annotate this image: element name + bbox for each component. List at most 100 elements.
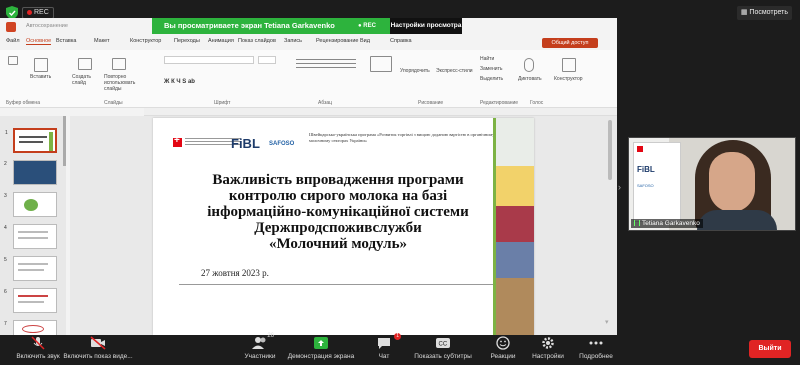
- slide-scrollbar[interactable]: [608, 120, 612, 180]
- font-format-buttons[interactable]: Ж К Ч S ab: [164, 70, 276, 85]
- title-line: інформаційно-комунікаційної системи: [207, 204, 469, 220]
- title-line: «Молочний модуль»: [268, 236, 408, 252]
- captions-button[interactable]: CC Показать субтитры: [410, 335, 476, 365]
- dictate-mic-icon[interactable]: [524, 58, 534, 72]
- undo-icon[interactable]: [8, 56, 18, 65]
- settings-button[interactable]: Настройки: [530, 335, 566, 365]
- title-line: Держпродспоживслужби: [254, 220, 422, 236]
- slide-number: 6: [4, 289, 7, 295]
- group-editing-label: Редактирование: [480, 100, 519, 106]
- replace-button[interactable]: Заменить: [480, 66, 502, 72]
- menu-animations[interactable]: Анимация: [208, 38, 234, 44]
- slide-thumbnail[interactable]: 3: [4, 192, 57, 217]
- quick-styles-button[interactable]: Экспресс-стили: [436, 68, 473, 74]
- background-poster: FiBL SAFOSO: [633, 142, 681, 222]
- leave-button[interactable]: Выйти: [749, 340, 791, 358]
- select-button[interactable]: Выделить: [480, 76, 503, 82]
- participant-face: [709, 152, 755, 212]
- menu-insert[interactable]: Вставка: [56, 38, 76, 44]
- menu-slideshow[interactable]: Показ слайдов: [238, 38, 276, 44]
- participant-video[interactable]: FiBL SAFOSO Tetiana Garkavenko: [628, 137, 796, 231]
- dairy-photo-strip: [496, 118, 534, 335]
- font-size-field[interactable]: [258, 56, 276, 64]
- video-off-icon: [90, 336, 106, 350]
- menu-design[interactable]: Конструктор: [130, 38, 161, 44]
- poster-logo: FiBL: [637, 165, 655, 174]
- scroll-down-icon[interactable]: ▾: [605, 318, 609, 326]
- view-button-label: Посмотреть: [749, 9, 788, 16]
- dictate-button[interactable]: Диктовать: [518, 76, 542, 82]
- captions-icon: CC: [436, 338, 450, 348]
- arrange-button[interactable]: Упорядочить: [400, 68, 430, 74]
- new-slide-button[interactable]: Создать слайд: [72, 74, 100, 86]
- group-slides-label: Слайды: [104, 100, 123, 106]
- slide-divider: [179, 284, 493, 285]
- recording-label: REC: [34, 9, 49, 16]
- group-voice-label: Голос: [530, 100, 544, 106]
- menu-transitions[interactable]: Переходы: [174, 38, 200, 44]
- new-slide-icon[interactable]: [78, 58, 92, 70]
- powerpoint-logo-icon: [6, 22, 16, 32]
- slide-date: 27 жовтня 2023 р.: [201, 268, 269, 278]
- group-drawing-label: Рисование: [418, 100, 444, 106]
- paste-button[interactable]: Вставить: [30, 74, 51, 80]
- current-slide[interactable]: FiBL SAFOSO Швейцарсько-українська прогр…: [153, 118, 534, 335]
- designer-icon[interactable]: [562, 58, 576, 72]
- autosave-label[interactable]: Автосохранение: [26, 23, 68, 29]
- slide-thumbnail[interactable]: 6: [4, 288, 57, 313]
- chat-label: Чат: [378, 353, 390, 360]
- menu-view[interactable]: Вид: [360, 38, 370, 44]
- collapse-arrow-icon[interactable]: ›: [618, 182, 621, 192]
- menu-help[interactable]: Справка: [390, 38, 412, 44]
- group-font-label: Шрифт: [214, 100, 231, 106]
- slide-thumbnail[interactable]: 4: [4, 224, 57, 249]
- view-options-button[interactable]: Настройки просмотра: [390, 18, 462, 34]
- unmute-label: Включить звук: [16, 353, 60, 360]
- find-button[interactable]: Найти: [480, 56, 494, 62]
- start-video-button[interactable]: Включить показ виде...: [62, 335, 134, 365]
- slide-thumbnail[interactable]: 2: [4, 160, 57, 185]
- slide-number: 5: [4, 257, 7, 263]
- shapes-gallery-icon[interactable]: [370, 56, 392, 72]
- group-paragraph-label: Абзац: [318, 100, 333, 106]
- menu-home[interactable]: Основное: [26, 38, 52, 45]
- reuse-slides-icon[interactable]: [112, 58, 126, 70]
- start-video-label: Включить показ виде...: [63, 353, 133, 360]
- reactions-label: Реакции: [490, 353, 516, 360]
- share-banner-text: Вы просматриваете экран Tetiana Garkaven…: [164, 21, 335, 30]
- more-button[interactable]: Подробнее: [576, 335, 616, 365]
- font-name-field[interactable]: [164, 56, 254, 64]
- participants-label: Участники: [244, 353, 276, 360]
- share-screen-icon: [314, 337, 328, 349]
- chat-button[interactable]: 1 Чат: [372, 333, 401, 365]
- share-screen-label: Демонстрация экрана: [287, 353, 355, 360]
- fibl-logo: FiBL: [231, 136, 260, 151]
- participant-name-tag: Tetiana Garkavenko: [631, 219, 703, 228]
- ppt-ribbon: Вставить Создать слайд Повторно использо…: [0, 50, 617, 108]
- svg-text:CC: CC: [439, 342, 448, 348]
- menu-layout[interactable]: Макет: [94, 38, 110, 44]
- share-screen-button[interactable]: Демонстрация экрана: [286, 335, 356, 365]
- title-line: Важливість впровадження програми: [212, 172, 464, 188]
- paste-icon[interactable]: [34, 58, 48, 72]
- slide-thumbnail[interactable]: 5: [4, 256, 57, 281]
- menu-review[interactable]: Рецензирование: [316, 38, 358, 44]
- view-button[interactable]: ▦ Посмотреть: [736, 6, 792, 20]
- settings-label: Настройки: [532, 353, 564, 360]
- slide-thumbnail[interactable]: 1: [5, 128, 57, 153]
- reactions-button[interactable]: Реакции: [488, 335, 518, 365]
- share-rec-label: REC: [363, 23, 376, 29]
- paragraph-buttons[interactable]: [296, 56, 356, 78]
- participant-name: Tetiana Garkavenko: [642, 220, 700, 227]
- unmute-button[interactable]: Включить звук: [6, 335, 70, 365]
- designer-button[interactable]: Конструктор: [554, 76, 583, 82]
- ppt-share-button[interactable]: Общий доступ: [542, 38, 598, 48]
- menu-record[interactable]: Запись: [284, 38, 302, 44]
- reuse-slides-button[interactable]: Повторно использовать слайды: [104, 74, 152, 92]
- more-dots-icon: [589, 341, 603, 345]
- thumbnails-scrollbar[interactable]: [63, 116, 66, 166]
- menu-file[interactable]: Файл: [6, 38, 20, 44]
- ppt-menu-bar: Файл Основное Вставка Макет Конструктор …: [0, 36, 617, 48]
- participants-button[interactable]: 26 Участники: [238, 333, 282, 365]
- slide-thumbnail[interactable]: 7: [4, 320, 57, 335]
